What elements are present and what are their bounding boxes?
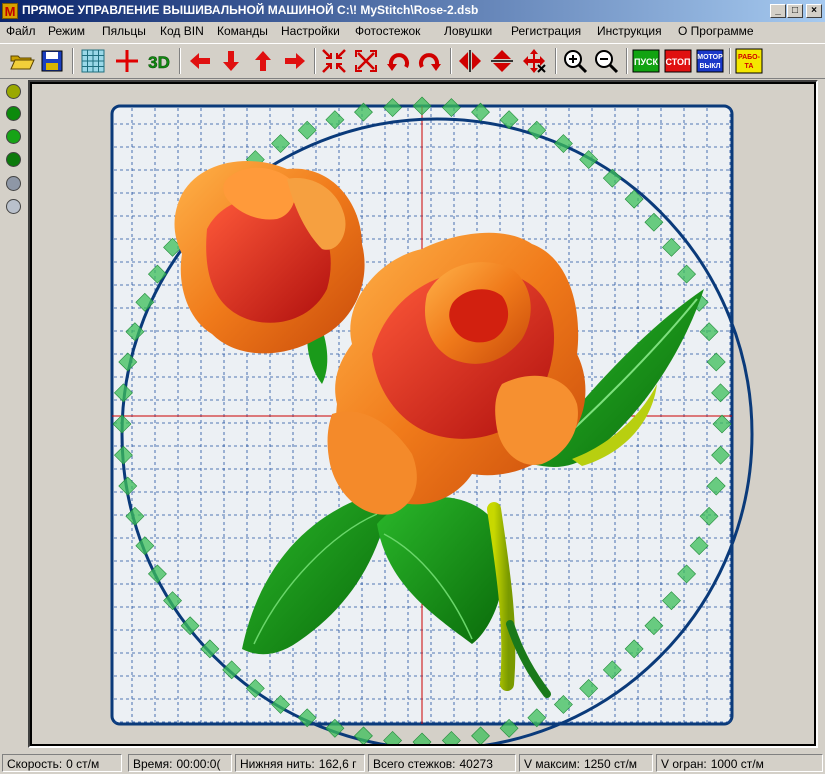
- zigzag-stitch: [471, 726, 490, 744]
- close-button[interactable]: ×: [806, 4, 822, 18]
- menu-instruction[interactable]: Инструкция: [597, 24, 662, 38]
- bobbin-value: 162,6 г: [318, 757, 357, 771]
- toolbar-separator: [314, 48, 316, 74]
- toolbar-separator: [729, 48, 731, 74]
- work-label-2: ТА: [745, 63, 754, 70]
- move-center-icon[interactable]: [520, 47, 548, 75]
- menu-commands[interactable]: Команды: [217, 24, 268, 38]
- max-speed-value: 1250 ст/м: [583, 757, 638, 771]
- start-label: ПУСК: [634, 57, 659, 67]
- save-disk-icon[interactable]: [38, 47, 66, 75]
- status-bar: Скорость: 0 ст/м Время: 00:00:0( Нижняя ни…: [0, 752, 825, 774]
- design-canvas-frame: [28, 80, 818, 748]
- thread-color-button-1[interactable]: [6, 84, 21, 99]
- thread-color-button-5[interactable]: [6, 176, 21, 191]
- menu-photostitch[interactable]: Фотостежок: [355, 24, 420, 38]
- toolbar-separator: [72, 48, 74, 74]
- zigzag-stitch: [412, 732, 432, 744]
- window-title: ПРЯМОЕ УПРАВЛЕНИЕ ВЫШИВАЛЬНОЙ МАШИНОЙ C:…: [22, 3, 479, 17]
- menu-code-bin[interactable]: Код BIN: [160, 24, 204, 38]
- thread-color-button-3[interactable]: [6, 129, 21, 144]
- menu-traps[interactable]: Ловушки: [444, 24, 492, 38]
- toolbar: 3D ПУСК СТОП МОТОР ВЫКЛ РАБО- ТА: [0, 43, 825, 79]
- crosshair-icon[interactable]: [113, 47, 141, 75]
- rotate-left-icon[interactable]: [384, 47, 412, 75]
- menu-registration[interactable]: Регистрация: [511, 24, 581, 38]
- view-3d-label: 3D: [148, 53, 170, 72]
- menu-about[interactable]: О Программе: [678, 24, 754, 38]
- speed-label: Скорость:: [7, 757, 63, 771]
- total-stitches-label: Всего стежков:: [373, 757, 456, 771]
- zigzag-stitch: [383, 731, 403, 744]
- thread-color-button-2[interactable]: [6, 106, 21, 121]
- menu-settings[interactable]: Настройки: [281, 24, 340, 38]
- status-time: Время: 00:00:0(: [128, 754, 232, 772]
- view-3d-button[interactable]: 3D: [145, 47, 173, 75]
- menu-hoops[interactable]: Пяльцы: [102, 24, 146, 38]
- app-logo-icon: M: [2, 3, 18, 19]
- work-button[interactable]: РАБО- ТА: [735, 47, 763, 75]
- max-speed-label: V максим:: [524, 757, 580, 771]
- grid-icon[interactable]: [79, 47, 107, 75]
- title-bar: M ПРЯМОЕ УПРАВЛЕНИЕ ВЫШИВАЛЬНОЙ МАШИНОЙ …: [0, 0, 825, 22]
- status-speed: Скорость: 0 ст/м: [2, 754, 122, 772]
- embroidery-preview: [110, 96, 754, 744]
- toolbar-separator: [450, 48, 452, 74]
- status-max-speed: V максим: 1250 ст/м: [519, 754, 653, 772]
- minimize-button[interactable]: _: [770, 4, 786, 18]
- motor-off-button[interactable]: МОТОР ВЫКЛ: [696, 47, 724, 75]
- thread-color-button-4[interactable]: [6, 152, 21, 167]
- motor-label-1: МОТОР: [697, 54, 723, 61]
- speed-value: 0 ст/м: [66, 757, 100, 771]
- time-value: 00:00:0(: [176, 757, 221, 771]
- toolbar-separator: [626, 48, 628, 74]
- stop-label: СТОП: [665, 57, 690, 67]
- motor-label-2: ВЫКЛ: [699, 63, 720, 70]
- total-stitches-value: 40273: [459, 757, 493, 771]
- bobbin-label: Нижняя нить:: [240, 757, 315, 771]
- shrink-icon[interactable]: [320, 47, 348, 75]
- open-folder-icon[interactable]: [8, 47, 36, 75]
- status-total-stitches: Всего стежков: 40273: [368, 754, 516, 772]
- move-right-icon[interactable]: [281, 47, 309, 75]
- move-up-icon[interactable]: [249, 47, 277, 75]
- thread-color-button-6[interactable]: [6, 199, 21, 214]
- menu-bar: Файл Режим Пяльцы Код BIN Команды Настро…: [0, 22, 825, 41]
- time-label: Время:: [133, 757, 173, 771]
- expand-icon[interactable]: [352, 47, 380, 75]
- move-left-icon[interactable]: [186, 47, 214, 75]
- flip-vertical-icon[interactable]: [488, 47, 516, 75]
- toolbar-separator: [179, 48, 181, 74]
- start-button[interactable]: ПУСК: [632, 47, 660, 75]
- status-bobbin: Нижняя нить: 162,6 г: [235, 754, 365, 772]
- toolbar-separator: [555, 48, 557, 74]
- stop-button[interactable]: СТОП: [664, 47, 692, 75]
- menu-file[interactable]: Файл: [6, 24, 36, 38]
- speed-limit-value: 1000 ст/м: [710, 757, 764, 771]
- flip-horizontal-icon[interactable]: [456, 47, 484, 75]
- zigzag-stitch: [441, 731, 461, 744]
- small-rose: [174, 161, 365, 354]
- move-down-icon[interactable]: [217, 47, 245, 75]
- design-canvas[interactable]: [30, 82, 816, 746]
- rotate-right-icon[interactable]: [416, 47, 444, 75]
- zoom-in-icon[interactable]: [561, 47, 589, 75]
- zoom-out-icon[interactable]: [592, 47, 620, 75]
- speed-limit-label: V огран:: [661, 757, 707, 771]
- maximize-button[interactable]: □: [787, 4, 803, 18]
- menu-mode[interactable]: Режим: [48, 24, 85, 38]
- status-speed-limit: V огран: 1000 ст/м: [656, 754, 823, 772]
- work-label-1: РАБО-: [738, 54, 761, 61]
